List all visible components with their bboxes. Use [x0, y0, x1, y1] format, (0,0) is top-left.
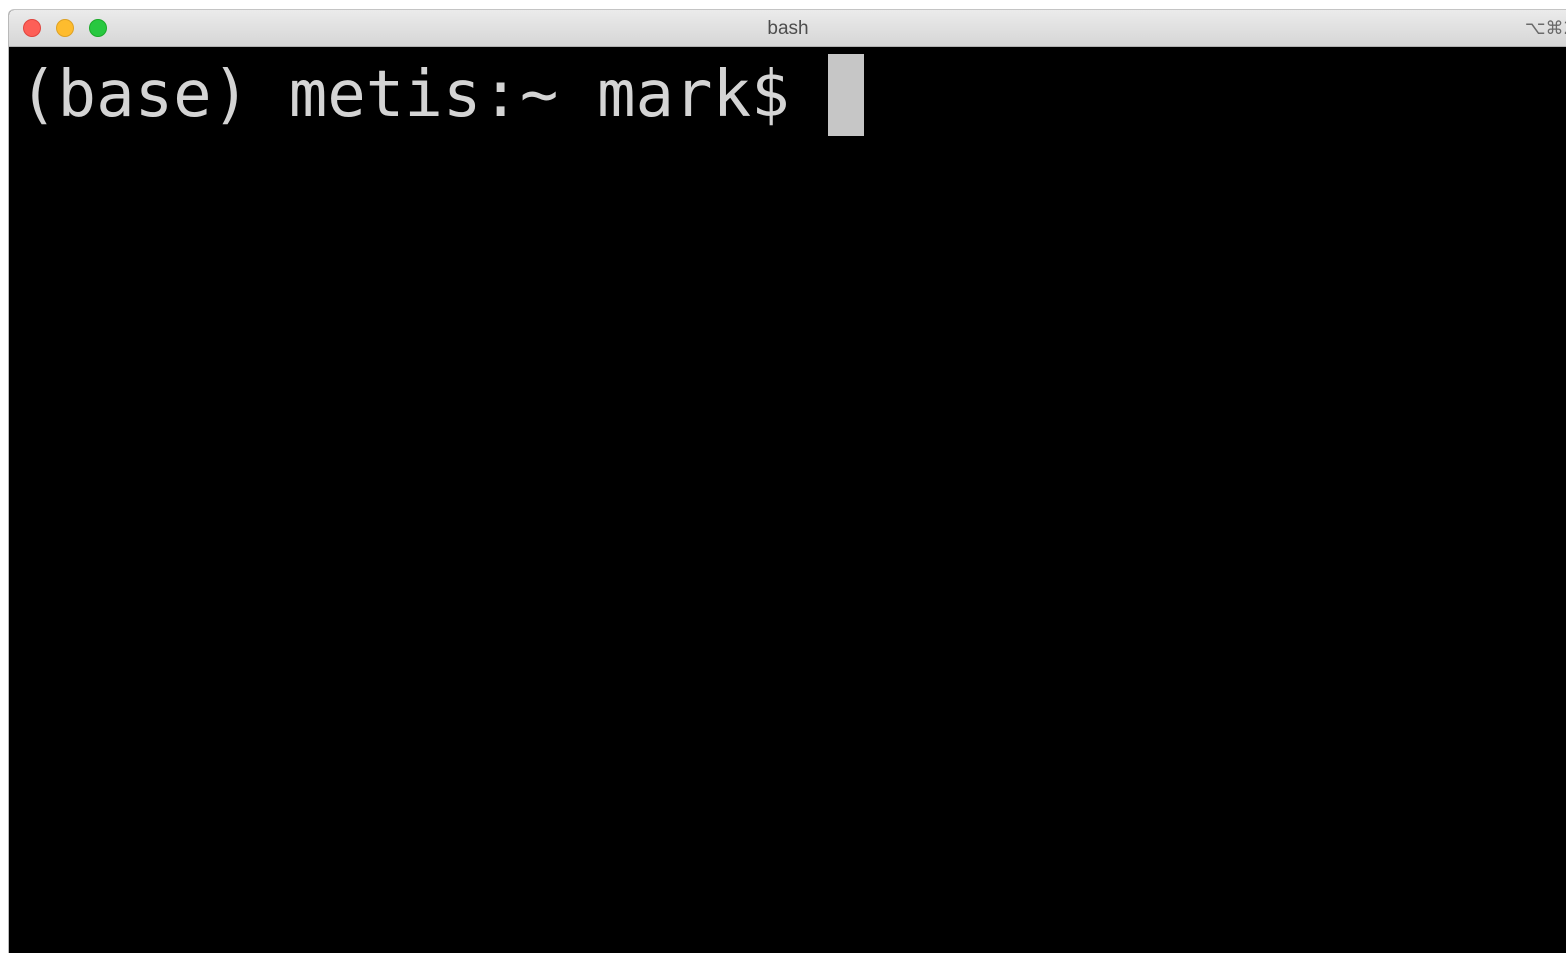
shell-prompt: (base) metis:~ mark$: [19, 58, 829, 132]
window-shortcut: ⌥⌘2: [1524, 18, 1566, 39]
prompt-line: (base) metis:~ mark$: [19, 54, 865, 136]
terminal-area[interactable]: (base) metis:~ mark$: [9, 47, 1566, 953]
window-title: bash: [767, 18, 809, 39]
title-bar[interactable]: bash ⌥⌘2: [9, 10, 1566, 47]
terminal-window: bash ⌥⌘2 (base) metis:~ mark$: [8, 9, 1566, 953]
text-cursor: [828, 54, 865, 136]
